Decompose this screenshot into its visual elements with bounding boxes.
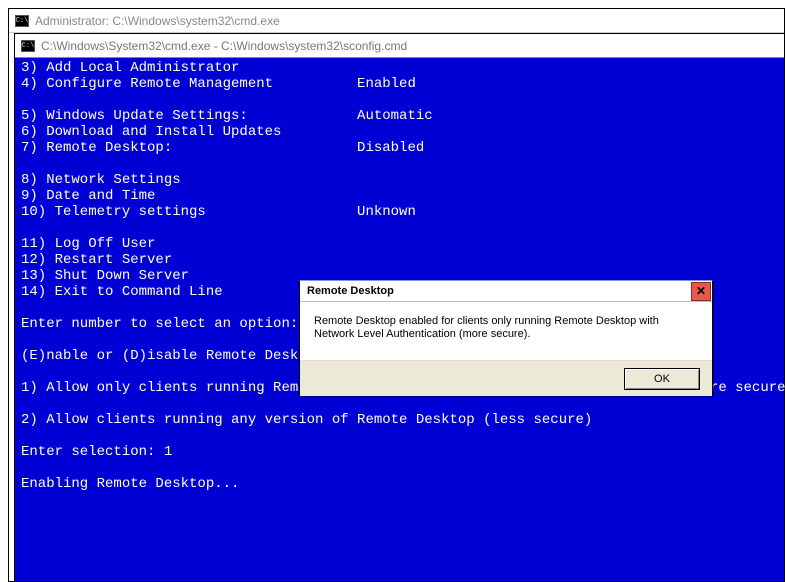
dialog-message: Remote Desktop enabled for clients only … (314, 315, 659, 340)
close-button[interactable]: ✕ (691, 282, 711, 301)
dialog-body: Remote Desktop enabled for clients only … (300, 302, 712, 360)
ok-button[interactable]: OK (624, 368, 700, 390)
dialog-footer: OK (300, 360, 712, 396)
dialog-title: Remote Desktop (307, 285, 394, 297)
inner-window-title: C:\Windows\System32\cmd.exe - C:\Windows… (41, 39, 407, 53)
cmd-icon: C:\ (21, 40, 35, 52)
cmd-icon: C:\ (15, 15, 29, 27)
remote-desktop-dialog: Remote Desktop ✕ Remote Desktop enabled … (299, 280, 713, 396)
dialog-titlebar[interactable]: Remote Desktop ✕ (300, 281, 712, 302)
close-icon: ✕ (696, 284, 706, 298)
inner-titlebar[interactable]: C:\ C:\Windows\System32\cmd.exe - C:\Win… (15, 34, 784, 58)
outer-window-title: Administrator: C:\Windows\system32\cmd.e… (35, 14, 280, 28)
outer-titlebar[interactable]: C:\ Administrator: C:\Windows\system32\c… (9, 9, 784, 33)
